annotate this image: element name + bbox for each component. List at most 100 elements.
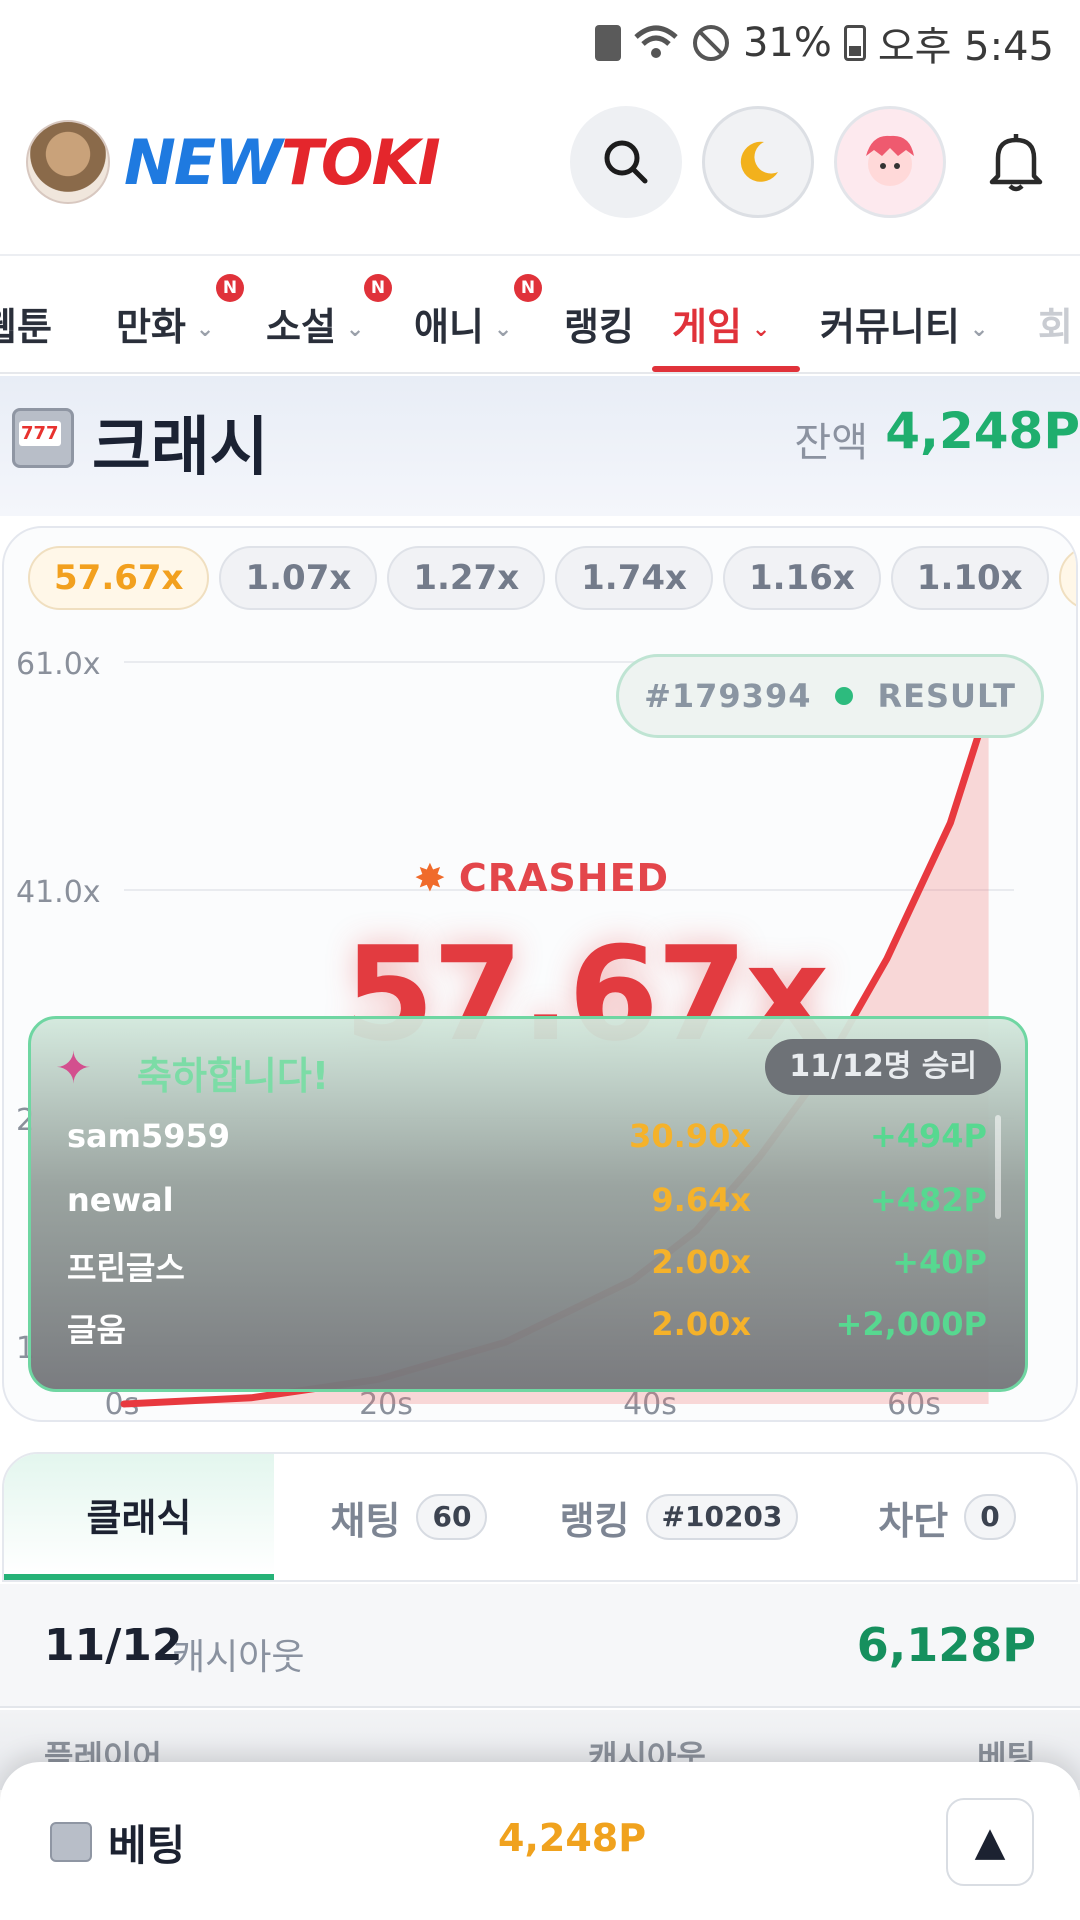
nav-item-community[interactable]: 커뮤니티 ⌄ (820, 296, 988, 351)
tab-chat[interactable]: 채팅 60 (274, 1454, 544, 1580)
tab-classic[interactable]: 클래식 (4, 1454, 274, 1580)
winners-count-badge: 11/12명 승리 (765, 1039, 1001, 1095)
profile-avatar[interactable] (834, 106, 946, 218)
battery-percent: 31% (742, 20, 832, 66)
nav-label: 회 (1038, 305, 1073, 349)
nav-label: 소설 (266, 305, 336, 349)
bet-amount: 4,248P (498, 1816, 647, 1860)
tab-badge: 60 (416, 1494, 488, 1540)
nav-item-webtoon[interactable]: 웹툰 (0, 296, 52, 351)
moon-icon (740, 141, 778, 182)
tab-badge: #10203 (645, 1494, 799, 1540)
slot-machine-icon (50, 1822, 92, 1862)
new-badge: N (364, 274, 392, 302)
crashed-label: ✸ CRASHED (414, 856, 669, 900)
tab-ranking[interactable]: 랭킹 #10203 (544, 1454, 814, 1580)
nav-label: 웹툰 (0, 305, 52, 349)
winner-multiplier: 30.90x (629, 1117, 751, 1155)
history-pill[interactable]: 1.10x (890, 546, 1049, 610)
nav-item-game[interactable]: 게임 ⌄ (672, 296, 770, 351)
page-title: 크래시 (92, 411, 269, 485)
logo-avatar[interactable] (26, 120, 110, 204)
nav-item-more[interactable]: 회 (1038, 296, 1073, 351)
history-pill[interactable]: 57.67x (28, 546, 210, 610)
winner-name: 프린글스 (67, 1249, 185, 1287)
winner-multiplier: 9.64x (651, 1181, 751, 1219)
winner-multiplier: 2.00x (651, 1243, 751, 1281)
search-button[interactable] (570, 106, 682, 218)
chevron-down-icon: ⌄ (751, 317, 771, 342)
clock: 오후 5:45 (877, 24, 1054, 70)
party-popper-icon: ✦ (55, 1043, 92, 1094)
do-not-disturb-icon (692, 25, 729, 61)
winner-row: newal 9.64x +482P (67, 1181, 987, 1231)
site-logo[interactable]: NEWTOKI (124, 126, 441, 199)
chevron-down-icon: ⌄ (195, 317, 215, 342)
tab-label: 랭킹 (559, 1498, 630, 1543)
tab-label: 채팅 (330, 1498, 401, 1543)
slot-machine-icon (12, 408, 74, 468)
round-id: #179394 (644, 677, 812, 715)
explosion-icon: ✸ (414, 856, 447, 900)
game-tabs: 클래식 채팅 60 랭킹 #10203 차단 0 (2, 1452, 1078, 1582)
winner-name: sam5959 (67, 1117, 231, 1155)
nav-active-indicator (652, 366, 800, 372)
bet-label: 베팅 (108, 1821, 186, 1870)
status-bar: 31% 오후 5:45 (0, 0, 1080, 78)
y-tick-label: 41.0x (16, 875, 101, 910)
status-dot (835, 687, 854, 705)
winner-row: sam5959 30.90x +494P (67, 1117, 987, 1167)
battery-icon (843, 25, 866, 61)
winner-gain: +482P (869, 1181, 987, 1219)
winners-title: 축하합니다! (137, 1054, 330, 1098)
winner-gain: +2,000P (835, 1305, 987, 1343)
sd-save-icon (594, 25, 621, 61)
winner-gain: +40P (892, 1243, 987, 1281)
cashout-label: 캐시아웃 (172, 1637, 305, 1678)
balance-value: 4,248P (885, 402, 1080, 460)
nav-label: 만화 (116, 305, 186, 349)
history-pill[interactable]: 1.16x (722, 546, 881, 610)
new-badge: N (514, 274, 542, 302)
logo-toki: TOKI (280, 126, 441, 199)
balance-label: 잔액 (794, 420, 868, 466)
nav-item-manhwa[interactable]: 만화 ⌄ N (116, 274, 244, 351)
wifi-icon (634, 25, 678, 58)
game-title-band: 크래시 잔액 4,248P (0, 376, 1080, 516)
history-pill[interactable]: 1.27x (387, 546, 546, 610)
nav-label: 랭킹 (564, 305, 634, 349)
search-icon (604, 140, 648, 184)
tab-label: 클래식 (86, 1495, 192, 1540)
nav-item-anime[interactable]: 애니 ⌄ N (414, 274, 542, 351)
cashout-summary: 11/12 캐시아웃 6,128P (0, 1584, 1080, 1708)
caret-up-icon: ▲ (974, 1819, 1006, 1865)
nav-item-novel[interactable]: 소설 ⌄ N (266, 274, 392, 351)
chevron-down-icon: ⌄ (345, 317, 365, 342)
tab-block[interactable]: 차단 0 (814, 1454, 1076, 1580)
history-pills: 57.67x1.07x1.27x1.74x1.16x1.10x 445 (28, 546, 1076, 612)
bell-icon[interactable] (986, 130, 1046, 194)
theme-toggle-button[interactable] (702, 106, 814, 218)
bet-bar: 베팅 4,248P ▲ (0, 1762, 1080, 1920)
category-nav: 웹툰 만화⌄N 소설⌄N 애니⌄N 랭킹 게임⌄ 커뮤니티⌄ 회 (0, 254, 1080, 374)
history-pill[interactable]: 1.07x (219, 546, 378, 610)
winner-multiplier: 2.00x (651, 1305, 751, 1343)
history-pill[interactable]: 445 (1058, 546, 1076, 610)
winner-row: 글움 2.00x +2,000P (67, 1305, 987, 1355)
nav-item-ranking[interactable]: 랭킹 (564, 296, 634, 351)
round-badge: #179394 RESULT (616, 654, 1044, 738)
new-badge: N (216, 274, 244, 302)
round-status: RESULT (877, 677, 1016, 715)
winner-name: 글움 (67, 1311, 126, 1349)
history-pill[interactable]: 1.74x (555, 546, 713, 610)
winner-row: 프린글스 2.00x +40P (67, 1243, 987, 1293)
expand-bet-button[interactable]: ▲ (946, 1798, 1034, 1886)
logo-new: NEW (124, 126, 283, 199)
nav-label: 애니 (414, 305, 484, 349)
tab-badge: 0 (964, 1494, 1016, 1540)
winners-scrollbar[interactable] (995, 1115, 1001, 1219)
cashout-ratio: 11/12 (44, 1620, 183, 1671)
cashout-total: 6,128P (856, 1618, 1036, 1672)
winners-panel: ✦ 축하합니다! 11/12명 승리 sam5959 30.90x +494P … (28, 1016, 1028, 1392)
app-header: NEWTOKI (0, 90, 1080, 250)
